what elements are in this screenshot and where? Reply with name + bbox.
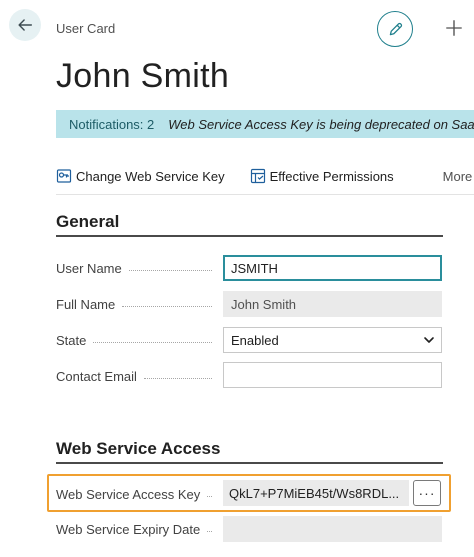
action-bar-underline (56, 194, 474, 195)
full-name-label: Full Name (56, 297, 216, 312)
user-name-input[interactable]: JSMITH (223, 255, 442, 281)
edit-button[interactable] (377, 11, 413, 47)
page-caption: User Card (56, 21, 116, 36)
notification-message[interactable]: Web Service Access Key is being deprecat… (168, 117, 474, 132)
more-options-button[interactable]: More options (443, 169, 474, 184)
change-web-service-key-label: Change Web Service Key (76, 168, 225, 184)
web-service-access-key-label: Web Service Access Key (56, 487, 216, 502)
access-key-assist-button[interactable]: ··· (413, 480, 441, 506)
general-section-title[interactable]: General (56, 212, 119, 232)
user-name-label: User Name (56, 261, 216, 276)
plus-icon (446, 20, 462, 36)
pencil-icon (389, 22, 402, 35)
key-change-icon (56, 169, 72, 183)
state-select[interactable]: Enabled (223, 327, 442, 353)
state-label: State (56, 333, 216, 348)
web-service-section-rule (56, 462, 443, 464)
action-bar: Change Web Service Key Effective Permiss… (56, 163, 474, 189)
contact-email-input[interactable] (223, 362, 442, 388)
notification-bar: Notifications: 2 Web Service Access Key … (56, 110, 474, 138)
web-service-access-section-title[interactable]: Web Service Access (56, 439, 220, 459)
web-service-expiry-date-label: Web Service Expiry Date (56, 522, 216, 537)
full-name-field: John Smith (223, 291, 442, 317)
record-title: John Smith (56, 57, 230, 95)
contact-email-label: Contact Email (56, 369, 216, 384)
permissions-icon (250, 168, 265, 184)
notifications-count-link[interactable]: Notifications: 2 (56, 117, 168, 132)
effective-permissions-action[interactable]: Effective Permissions (250, 168, 394, 184)
web-service-expiry-date-field (223, 516, 442, 542)
effective-permissions-label: Effective Permissions (269, 168, 394, 184)
chevron-down-icon (424, 337, 434, 343)
web-service-access-key-field: QkL7+P7MiEB45t/Ws8RDL... (223, 480, 409, 506)
state-selected-value: Enabled (231, 332, 279, 348)
change-web-service-key-action[interactable]: Change Web Service Key (56, 168, 225, 184)
back-button[interactable] (9, 9, 41, 41)
arrow-left-icon (18, 19, 33, 31)
general-section-rule (56, 235, 443, 237)
new-record-button[interactable] (441, 15, 467, 41)
